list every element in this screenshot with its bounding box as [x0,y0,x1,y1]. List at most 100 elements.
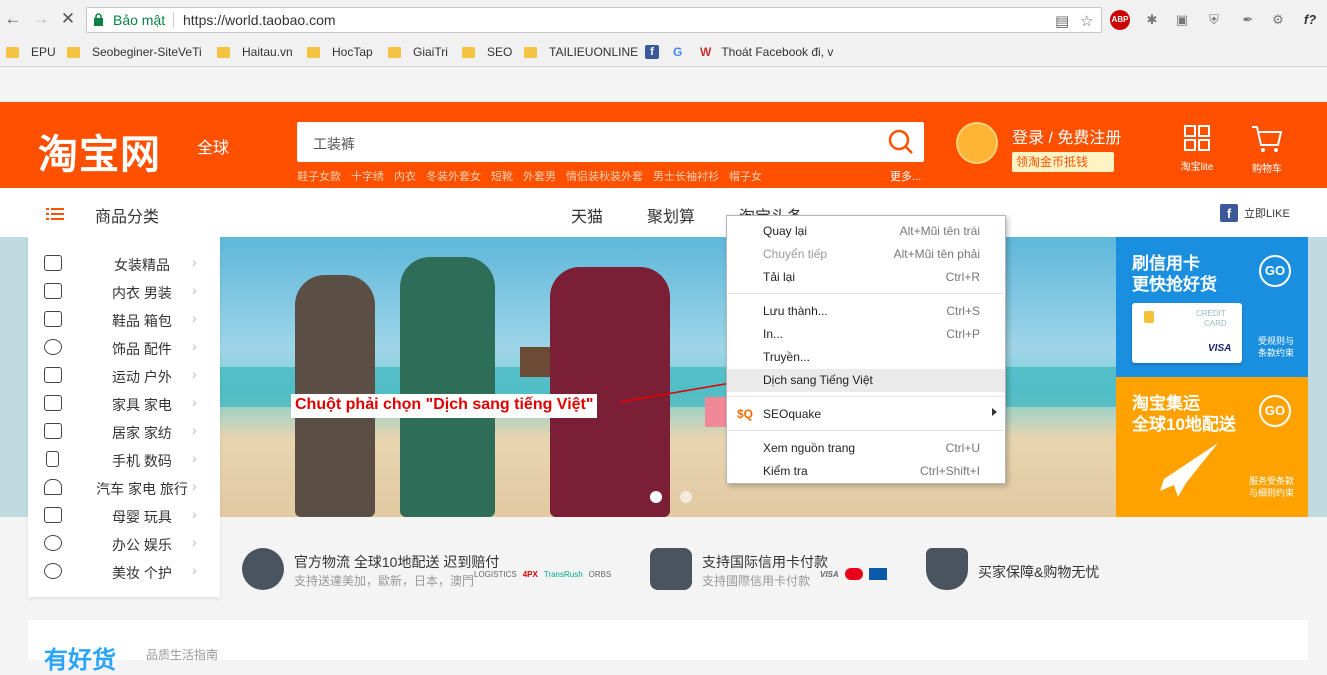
ring-icon [44,339,62,355]
facebook-icon: f [645,45,659,59]
service-credit-card[interactable]: 支持国际信用卡付款 支持國際信用卡付款 VISA [650,548,910,592]
more-link[interactable]: 更多... [890,168,921,184]
hot-word[interactable]: 外套男 [523,168,556,184]
shield-icon[interactable]: ⛨ [1204,10,1224,30]
search-input[interactable]: 工装裤 [297,122,924,162]
menu-item-seoquake[interactable]: $Q SEOquake [727,403,1005,426]
service-buyer-protection[interactable]: 买家保障&购物无忧 [926,548,1126,592]
hot-word[interactable]: 情侣装秋装外套 [566,168,643,184]
adblock-plus-icon[interactable]: ABP [1110,10,1130,30]
service-logistics[interactable]: 官方物流 全球10地配送 迟到赔付 支持送達美加，歐新，日本，澳門 LOGIST… [242,548,642,592]
stop-loading-button[interactable]: ✕ [58,9,78,29]
headphones-icon [44,479,62,495]
go-button[interactable]: GO [1259,255,1291,287]
menu-item-save-as[interactable]: Lưu thành... Ctrl+S [727,300,1005,323]
category-title[interactable]: 商品分类 [95,203,159,227]
go-button[interactable]: GO [1259,395,1291,427]
avatar[interactable] [956,122,998,164]
hot-word[interactable]: 十字绣 [351,168,384,184]
bookmark-epu[interactable]: EPU [6,43,56,61]
taobao-header: 淘宝网 全球 工装裤 鞋子女款 十字绣 内衣 冬装外套女 短靴 外套男 情侣装秋… [0,102,1327,188]
hot-search-words: 鞋子女款 十字绣 内衣 冬装外套女 短靴 外套男 情侣装秋装外套 男士长袖衬衫 … [297,168,762,184]
back-button[interactable]: ← [3,9,23,29]
model-image [400,257,495,517]
carousel-dot-active[interactable] [650,491,662,503]
cosmetics-icon [44,563,62,579]
hot-word[interactable]: 短靴 [491,168,513,184]
bookmark-seo[interactable]: SEO [462,43,512,61]
settings-gear-icon[interactable]: ⚙ [1268,10,1288,30]
search-icon[interactable] [887,128,915,156]
hot-word[interactable]: 鞋子女款 [297,168,341,184]
menu-item-print[interactable]: In... Ctrl+P [727,323,1005,346]
address-bar[interactable]: Bảo mật https://world.taobao.com ▤ ☆ [86,7,1102,33]
category-item[interactable]: 运动 户外 › [28,361,220,389]
menu-item-back[interactable]: Quay lại Alt+Mũi tên trái [727,220,1005,243]
translate-icon[interactable]: ▤ [1055,12,1069,30]
category-item[interactable]: 居家 家纺 › [28,417,220,445]
category-item[interactable]: 家具 家电 › [28,389,220,417]
bookmark-thoat-facebook[interactable]: W Thoát Facebook đi, v [700,43,833,61]
hot-word[interactable]: 帽子女 [729,168,762,184]
login-register-link[interactable]: 登录 / 免费注册 [1012,124,1121,148]
category-item[interactable]: 母婴 玩具 › [28,501,220,529]
chevron-right-icon: › [192,506,197,522]
bookmark-google[interactable]: G [673,43,682,61]
annotation-label: Chuột phải chọn "Dịch sang tiếng Việt" [291,394,598,418]
eyedropper-icon[interactable]: ✒ [1238,10,1258,30]
coin-button[interactable]: 领淘金币抵钱 [1012,152,1114,172]
menu-item-view-source[interactable]: Xem nguồn trang Ctrl+U [727,437,1005,460]
nav-link-juhuasuan[interactable]: 聚划算 [647,203,695,227]
hot-word[interactable]: 冬装外套女 [426,168,481,184]
submenu-arrow-icon [992,408,997,416]
category-item[interactable]: 美妆 个护 › [28,557,220,585]
promo-card-shipping[interactable]: 淘宝集运 全球10地配送 GO 服务受条款 与细则约束 [1116,377,1308,517]
google-icon: G [673,45,683,59]
magnifier-icon [44,535,62,551]
carrier-logos: LOGISTICS 4PX TransRush ORBS [474,570,612,579]
mastercard-logo [844,568,863,580]
promo-note: 服务受条款 与细则约束 [1248,476,1294,498]
promo-card-credit[interactable]: 刷信用卡 更快抢好货 GO CREDIT CARD VISA 受规则与 条款约束 [1116,237,1308,377]
bottle-icon [44,507,62,523]
menu-item-inspect[interactable]: Kiểm tra Ctrl+Shift+I [727,460,1005,483]
bookmark-tailieuonline[interactable]: TAILIEUONLINE [524,43,638,61]
forward-button[interactable]: → [31,9,51,29]
bookmark-star-icon[interactable]: ☆ [1080,12,1093,30]
category-item[interactable]: 饰品 配件 › [28,333,220,361]
cart-link[interactable]: 购物车 [1237,124,1297,175]
shield-protection-icon [926,548,968,590]
list-icon[interactable] [46,208,64,220]
secure-label: Bảo mật [113,12,166,28]
hot-word[interactable]: 男士长袖衬衫 [653,168,719,184]
url-text[interactable]: https://world.taobao.com [183,12,336,28]
carousel-dot[interactable] [680,491,692,503]
menu-item-translate[interactable]: Dịch sang Tiếng Việt [727,369,1005,392]
menu-item-cast[interactable]: Truyền... [727,346,1005,369]
category-item[interactable]: 汽车 家电 旅行 › [28,473,220,501]
bookmark-facebook[interactable]: f [645,43,659,61]
taobao-logo[interactable]: 淘宝网 [38,122,161,180]
category-item[interactable]: 女装精品 › [28,249,220,277]
hot-word[interactable]: 内衣 [394,168,416,184]
menu-separator [728,293,1004,294]
bookmark-haitau[interactable]: Haitau.vn [217,43,293,61]
browser-chrome: ← → ✕ Bảo mật https://world.taobao.com ▤… [0,0,1327,67]
bookmark-hoctap[interactable]: HocTap [307,43,373,61]
extension-icon[interactable]: ✱ [1142,10,1162,30]
category-item[interactable]: 手机 数码 › [28,445,220,473]
section-subtitle: 品质生活指南 [146,648,219,662]
camera-icon[interactable]: ▣ [1172,10,1192,30]
menu-item-reload[interactable]: Tải lại Ctrl+R [727,266,1005,289]
formula-icon[interactable]: f? [1300,10,1320,30]
bookmark-giaitri[interactable]: GiaiTri [388,43,448,61]
category-item[interactable]: 办公 娱乐 › [28,529,220,557]
taobao-lite-link[interactable]: 淘宝lite [1167,124,1227,173]
menu-item-forward[interactable]: Chuyển tiếp Alt+Mũi tên phải [727,243,1005,266]
phone-icon [46,451,59,467]
facebook-like-button[interactable]: f 立即LIKE [1220,204,1290,222]
bookmark-seobeginer[interactable]: Seobeginer-SiteVeTi [67,43,202,61]
category-item[interactable]: 鞋品 箱包 › [28,305,220,333]
category-item[interactable]: 内衣 男装 › [28,277,220,305]
nav-link-tmall[interactable]: 天猫 [571,203,603,227]
